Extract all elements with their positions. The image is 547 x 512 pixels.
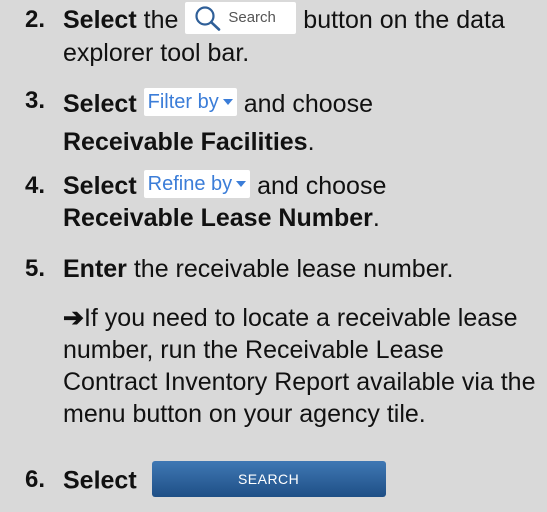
step-text: Enter the receivable lease number. [63, 253, 543, 285]
step-5-note: ➔If you need to locate a receivable leas… [63, 302, 543, 430]
search-submit-button[interactable]: SEARCH [151, 461, 386, 497]
step-2: 2. Select the Search button on the data … [0, 2, 547, 69]
step-5: 5. Enter the receivable lease number. [0, 253, 547, 285]
search-icon [195, 6, 221, 32]
step-text: Select SEARCH [63, 461, 543, 500]
step-text: Select the Search button on the data exp… [63, 2, 543, 69]
step-post: the receivable lease number. [133, 255, 454, 283]
step-post: and choose [257, 172, 387, 200]
caret-down-icon [236, 181, 247, 188]
step-number: 4. [25, 172, 46, 199]
step-number: 3. [25, 87, 46, 114]
filter-by-label: Filter by [147, 91, 219, 114]
step-number: 2. [25, 6, 46, 33]
step-4: 4. Select Refine by and choose Receivabl… [0, 170, 547, 234]
refine-by-dropdown[interactable]: Refine by [143, 170, 251, 199]
step-verb: Select [63, 172, 137, 200]
step-3: 3. Select Filter by and choose Receivabl… [0, 85, 547, 160]
step-verb: Select [63, 90, 137, 118]
step-verb: Select [63, 466, 137, 495]
arrow-right-icon: ➔ [63, 304, 84, 332]
step-target: Receivable Facilities [63, 128, 308, 156]
step-text: Select Refine by and choose Receivable L… [63, 170, 543, 234]
refine-by-label: Refine by [147, 173, 233, 196]
search-button[interactable]: Search [185, 2, 297, 35]
search-button-label: Search [228, 9, 276, 27]
step-6: 6. Select SEARCH [0, 461, 547, 504]
step-post: and choose [243, 90, 373, 118]
step-target: Receivable Lease Number [63, 204, 373, 232]
step-text: Select Filter by and choose Receivable F… [63, 85, 543, 161]
step-number: 5. [25, 255, 46, 282]
step-verb: Select [63, 6, 137, 34]
step-pre: the [143, 6, 179, 34]
step-verb: Enter [63, 255, 127, 283]
note-text: If you need to locate a receivable lease… [63, 304, 536, 428]
step-number: 6. [25, 466, 46, 493]
caret-down-icon [222, 99, 233, 106]
filter-by-dropdown[interactable]: Filter by [143, 88, 237, 117]
step-end: . [307, 128, 315, 156]
step-end: . [372, 204, 380, 232]
